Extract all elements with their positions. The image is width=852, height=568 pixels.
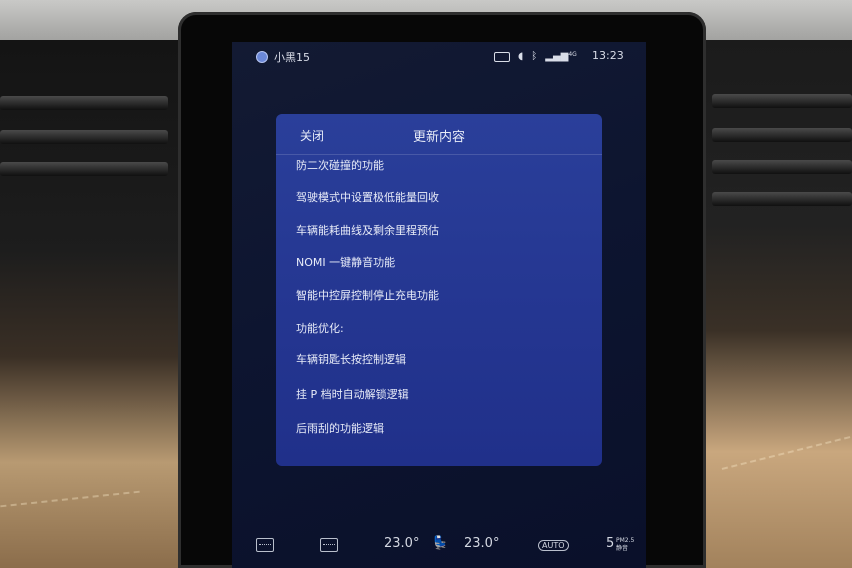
- left-temperature[interactable]: 23.0°: [384, 536, 419, 551]
- camera-icon: [494, 52, 510, 62]
- network-label: 4G: [568, 51, 577, 58]
- update-dialog: 关闭 更新内容 防二次碰撞的功能 驾驶模式中设置极低能量回收 车辆能耗曲线及剩余…: [276, 114, 602, 466]
- aqi-unit: PM2.5: [616, 537, 635, 544]
- right-temperature[interactable]: 23.0°: [464, 536, 499, 551]
- update-item: 智能中控屏控制停止充电功能: [296, 289, 439, 302]
- profile-name[interactable]: 小黑15: [274, 49, 310, 65]
- auto-climate-button[interactable]: AUTO: [538, 540, 569, 551]
- status-icons: ◖ ᛒ ▂▄▆4G: [494, 51, 577, 62]
- update-item: NOMI 一键静音功能: [296, 256, 396, 269]
- signal-icon: ▂▄▆4G: [545, 51, 577, 62]
- seat-heat-icon[interactable]: 💺: [432, 536, 448, 551]
- air-vent-left-1: [0, 96, 168, 110]
- air-vent-right-1: [712, 94, 852, 108]
- profile-icon[interactable]: [256, 51, 268, 63]
- air-vent-right-4: [712, 192, 852, 206]
- air-vent-left-3: [0, 162, 168, 176]
- bluetooth-icon: ᛒ: [531, 51, 538, 62]
- infotainment-screen: 小黑15 ◖ ᛒ ▂▄▆4G 13:23 关闭 更新内容 防二次碰撞的功能 驾驶…: [232, 42, 646, 568]
- front-defrost-icon[interactable]: [256, 538, 274, 552]
- update-item: 车辆能耗曲线及剩余里程预估: [296, 224, 439, 237]
- update-item: 防二次碰撞的功能: [296, 159, 384, 172]
- rear-defrost-icon[interactable]: [320, 538, 338, 552]
- aqi-value: 5: [606, 536, 615, 551]
- update-item: 驾驶模式中设置极低能量回收: [296, 191, 439, 204]
- dialog-title: 更新内容: [412, 130, 465, 145]
- dialog-header: 关闭 更新内容: [276, 114, 602, 155]
- speaker-icon: ◖: [518, 51, 524, 62]
- climate-bar: 23.0° 💺 23.0° AUTO 5 PM2.5 静音: [232, 532, 646, 568]
- dashboard-right: [690, 40, 852, 568]
- update-item: 挂 P 档时自动解锁逻辑: [296, 388, 409, 401]
- air-vent-left-2: [0, 130, 168, 144]
- air-vent-right-2: [712, 128, 852, 142]
- update-section-heading: 功能优化:: [296, 322, 344, 335]
- update-item: 车辆钥匙长按控制逻辑: [296, 353, 406, 366]
- clock: 13:23: [592, 49, 624, 62]
- status-bar: 小黑15 ◖ ᛒ ▂▄▆4G 13:23: [232, 42, 646, 72]
- update-item: 后雨刮的功能逻辑: [296, 422, 384, 435]
- air-vent-right-3: [712, 160, 852, 174]
- dashboard-left: [0, 40, 190, 568]
- aqi-status: 静音: [616, 545, 629, 552]
